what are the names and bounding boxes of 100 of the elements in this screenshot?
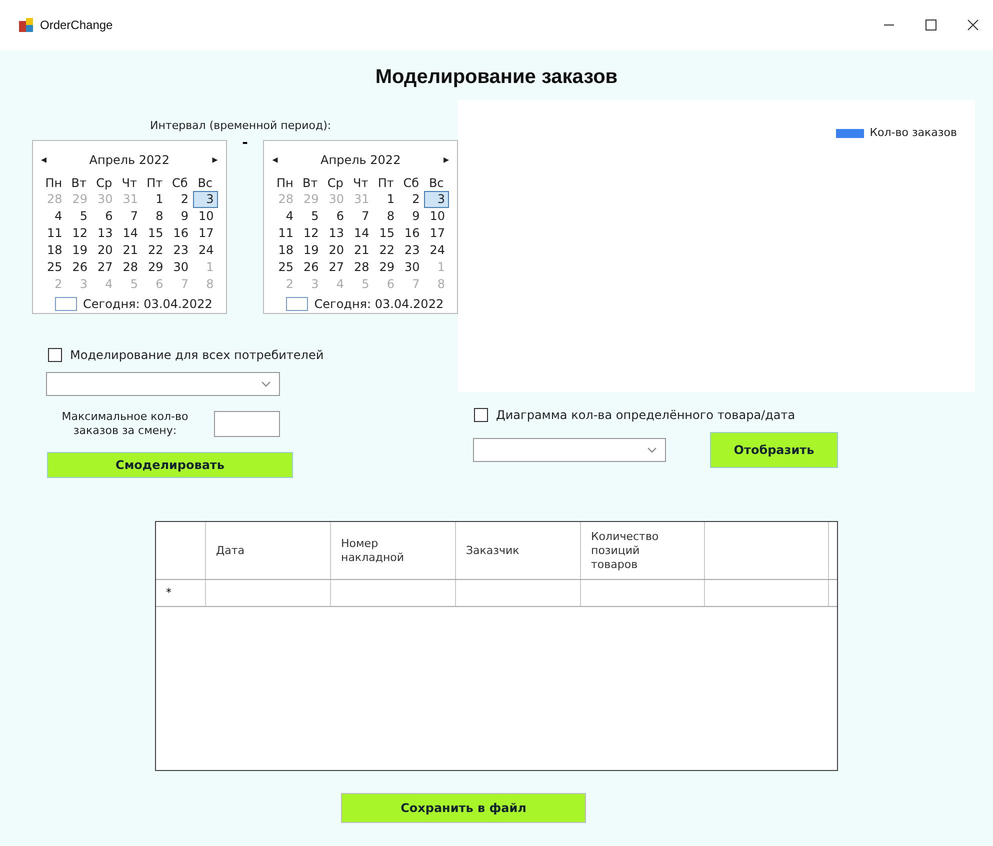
column-header[interactable]: Количество позиций товаров [581, 522, 705, 579]
calendar-day[interactable]: 6 [322, 208, 348, 225]
weekday-label: Пт [146, 175, 164, 191]
next-month-arrow[interactable]: ▸ [443, 152, 449, 168]
calendar-day[interactable]: 25 [272, 259, 298, 276]
calendar-day[interactable]: 8 [142, 208, 168, 225]
calendar-day[interactable]: 18 [272, 242, 298, 259]
calendar-day[interactable]: 11 [272, 225, 298, 242]
weekday-label: Чт [352, 175, 370, 191]
calendar-day[interactable]: 1 [373, 191, 398, 208]
calendar-day[interactable]: 17 [424, 225, 449, 242]
weekday-label: Сб [402, 175, 420, 191]
calendar-day[interactable]: 30 [167, 259, 192, 276]
calendar-day[interactable]: 14 [116, 225, 142, 242]
calendar-day[interactable]: 19 [298, 242, 323, 259]
show-button[interactable]: Отобразить [710, 432, 838, 468]
calendar-day[interactable]: 6 [92, 208, 117, 225]
checkbox[interactable] [474, 408, 488, 422]
calendar-day[interactable]: 15 [373, 225, 398, 242]
calendar-day[interactable]: 4 [272, 208, 298, 225]
calendar-day[interactable]: 28 [116, 259, 142, 276]
close-icon[interactable] [967, 19, 979, 31]
calendar-day[interactable]: 3 [424, 191, 449, 208]
previous-month-arrow[interactable]: ◂ [41, 152, 47, 168]
calendar-day[interactable]: 22 [142, 242, 168, 259]
calendar-day[interactable]: 21 [116, 242, 142, 259]
maximize-icon[interactable] [925, 19, 937, 31]
dropdown[interactable] [473, 438, 666, 462]
calendar-day[interactable]: 22 [373, 242, 398, 259]
checkbox-label: Диаграмма кол-ва определённого товара/дата [496, 407, 796, 424]
simulate-button[interactable]: Смоделировать [47, 452, 293, 478]
previous-month-arrow[interactable]: ◂ [272, 152, 278, 168]
calendar-day[interactable]: 25 [41, 259, 66, 276]
calendar-day[interactable]: 24 [424, 242, 449, 259]
column-header[interactable]: Заказчик [456, 522, 581, 579]
calendar-day[interactable]: 15 [142, 225, 168, 242]
calendar-day[interactable]: 4 [41, 208, 66, 225]
calendar-day[interactable]: 24 [192, 242, 218, 259]
calendar-day[interactable]: 5 [298, 208, 323, 225]
calendar-day[interactable]: 7 [348, 208, 374, 225]
calendar-day[interactable]: 1 [142, 191, 168, 208]
calendar-day[interactable]: 10 [424, 208, 449, 225]
legend-swatch [836, 128, 864, 138]
max-orders-label: Максимальное кол-во заказов за смену: [60, 410, 190, 438]
calendar-day[interactable]: 21 [348, 242, 374, 259]
calendar-day[interactable]: 20 [92, 242, 117, 259]
weekday-label: Вс [428, 175, 445, 191]
month-title: Апрель 2022 [89, 152, 170, 169]
calendar-day[interactable]: 5 [66, 208, 92, 225]
today-link[interactable]: Сегодня: 03.04.2022 [314, 295, 444, 313]
calendar-day[interactable]: 16 [167, 225, 192, 242]
calendar-day[interactable]: 11 [41, 225, 66, 242]
calendar-day[interactable]: 19 [66, 242, 92, 259]
calendar-day[interactable]: 9 [167, 208, 192, 225]
calendar-day[interactable]: 23 [167, 242, 192, 259]
max-orders-input[interactable] [214, 411, 280, 437]
interval-label: Интервал (временной период): [150, 119, 332, 132]
next-month-arrow[interactable]: ▸ [212, 152, 218, 168]
calendar-day[interactable]: 20 [322, 242, 348, 259]
calendar-day[interactable]: 12 [66, 225, 92, 242]
calendar-day[interactable]: 16 [398, 225, 424, 242]
calendar-day[interactable]: 2 [167, 191, 192, 208]
calendar-day[interactable]: 23 [398, 242, 424, 259]
calendar-day[interactable]: 18 [41, 242, 66, 259]
calendar-day[interactable]: 12 [298, 225, 323, 242]
calendar-day[interactable]: 26 [298, 259, 323, 276]
today-marker-icon [55, 297, 77, 311]
calendar-day[interactable]: 30 [398, 259, 424, 276]
calendar-day[interactable]: 27 [322, 259, 348, 276]
calendar-day[interactable]: 17 [192, 225, 218, 242]
calendar-day[interactable]: 27 [92, 259, 117, 276]
month-calendar[interactable]: ◂ Апрель 2022 ▸ Пн Вт Ср Чт Пт Сб Вс 28 29 30 31 1 2 3 4 5 6 7 8 9 10 11 12 13 14 15 16 17 18 19 20 21 22 23 24 25 26 27 28 29 30 1 2 3 4 5 6 7 8 Сегодня: 03.04.2022 [263, 140, 458, 314]
calendar-day[interactable]: 28 [348, 259, 374, 276]
weekday-label: Ср [326, 175, 344, 191]
weekday-label: Вт [70, 175, 88, 191]
legend-label: Кол-во заказов [870, 125, 957, 141]
calendar-day[interactable]: 9 [398, 208, 424, 225]
calendar-day[interactable]: 10 [192, 208, 218, 225]
weekday-label: Пн [44, 175, 64, 191]
dropdown[interactable] [46, 372, 280, 396]
calendar-day[interactable]: 8 [373, 208, 398, 225]
today-link[interactable]: Сегодня: 03.04.2022 [83, 295, 212, 313]
calendar-day[interactable]: 7 [116, 208, 142, 225]
weekday-label: Вт [302, 175, 319, 191]
weekday-label: Вс [196, 175, 214, 191]
calendar-day[interactable]: 29 [373, 259, 398, 276]
column-header[interactable]: Дата [206, 522, 331, 579]
month-calendar[interactable]: ◂ Апрель 2022 ▸ Пн Вт Ср Чт Пт Сб Вс 28 29 30 31 1 2 3 4 5 6 7 8 9 10 11 12 13 14 15 16 17 18 19 20 21 22 23 24 25 26 27 28 29 30 1 2 3 4 5 6 7 8 Сегодня: 03.04.2022 [32, 140, 227, 314]
save-button[interactable]: Сохранить в файл [341, 793, 586, 823]
calendar-day[interactable]: 13 [322, 225, 348, 242]
checkbox[interactable] [48, 348, 62, 362]
checkbox-label: Моделирование для всех потребителей [70, 347, 324, 364]
app-icon [18, 17, 34, 33]
calendar-day[interactable]: 29 [142, 259, 168, 276]
calendar-day[interactable]: 3 [192, 191, 218, 208]
calendar-day[interactable]: 14 [348, 225, 374, 242]
calendar-day[interactable]: 13 [92, 225, 117, 242]
calendar-day[interactable]: 2 [398, 191, 424, 208]
column-header[interactable]: Номер накладной [331, 522, 456, 579]
calendar-day[interactable]: 26 [66, 259, 92, 276]
